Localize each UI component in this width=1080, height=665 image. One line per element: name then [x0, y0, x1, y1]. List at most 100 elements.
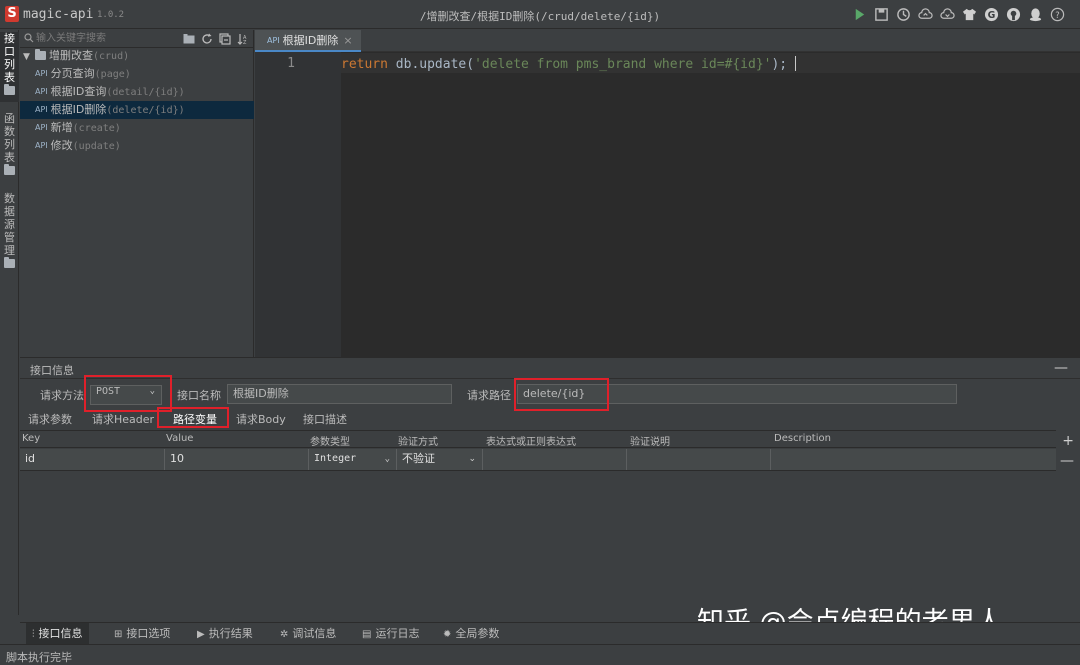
btab-label: 执行结果	[208, 627, 253, 640]
tree-item-path: (detail/{id})	[106, 87, 185, 98]
upload-icon[interactable]	[917, 6, 934, 23]
cell-value[interactable]: 10	[164, 449, 308, 470]
api-badge: API	[35, 123, 48, 132]
chevron-down-icon: ⌄	[468, 454, 476, 464]
skin-icon[interactable]	[961, 6, 978, 23]
path-value: delete/{id}	[523, 387, 586, 400]
cell-validation-select[interactable]: 不验证 ⌄	[396, 449, 482, 470]
group-path: (crud)	[93, 51, 130, 62]
save-icon[interactable]	[873, 6, 890, 23]
download-icon[interactable]	[939, 6, 956, 23]
cell-note[interactable]	[626, 449, 770, 470]
subtab-api-description[interactable]: 接口描述	[303, 411, 347, 427]
btab-api-info[interactable]: ⫶ 接口信息	[26, 623, 89, 645]
settings-icon: ✹	[443, 629, 452, 640]
btab-label: 接口信息	[38, 627, 83, 640]
column-header: 验证说明	[630, 437, 670, 448]
app-name: magic-api	[23, 7, 94, 22]
btab-global-params[interactable]: ✹ 全局参数	[437, 623, 505, 645]
new-folder-icon[interactable]	[182, 31, 196, 46]
code-line[interactable]: return db.update('delete from pms_brand …	[341, 53, 1080, 73]
tree-item-label: 分页查询	[50, 67, 95, 80]
api-info-panel: 接口信息 — 请求方法 POST ⌄ 接口名称 根据ID删除 请求路径 delet…	[20, 357, 1080, 622]
method-label: 请求方法	[40, 389, 84, 402]
svg-text:?: ?	[1055, 10, 1059, 20]
history-icon[interactable]	[895, 6, 912, 23]
divider	[20, 378, 1080, 379]
tree-item-create[interactable]: API 新增(create)	[20, 119, 254, 137]
cell-key[interactable]: id	[20, 449, 164, 470]
tab-function-list-label: 函数列表	[4, 112, 15, 164]
subtab-path-variables[interactable]: 路径变量	[173, 411, 217, 427]
btab-run-log[interactable]: ▤ 运行日志	[356, 623, 425, 645]
line-gutter: 1	[255, 52, 341, 357]
toolbar: G ?	[851, 6, 1066, 23]
bug-icon: ✲	[280, 629, 289, 640]
text-caret	[795, 56, 797, 71]
path-field[interactable]: delete/{id}	[517, 384, 957, 404]
btab-api-options[interactable]: ⊞ 接口选项	[108, 623, 176, 645]
help-icon[interactable]: ?	[1049, 6, 1066, 23]
refresh-icon[interactable]	[200, 31, 214, 46]
qq-icon[interactable]	[1027, 6, 1044, 23]
svg-text:G: G	[988, 10, 996, 21]
subtab-request-params[interactable]: 请求参数	[28, 411, 72, 427]
bottom-tab-bar: ⫶ 接口信息 ⊞ 接口选项 ▶ 执行结果 ✲ 调试信息 ▤ 运行日志 ✹ 全局参数	[20, 622, 1080, 645]
editor-tab-delete[interactable]: API 根据ID删除 ×	[255, 30, 361, 52]
log-icon: ▤	[362, 629, 372, 640]
params-table-header: Key Value 参数类型 验证方式 表达式或正则表达式 验证说明 Descr…	[20, 430, 1056, 448]
code-area[interactable]: return db.update('delete from pms_brand …	[341, 53, 1080, 357]
column-header: Description	[774, 433, 831, 444]
subtab-request-body[interactable]: 请求Body	[236, 411, 286, 427]
search-icon	[24, 33, 34, 43]
vertical-tab-strip: 接口列表 函数列表 数据源管理	[0, 30, 19, 615]
name-field[interactable]: 根据ID删除	[227, 384, 452, 404]
btab-debug-info[interactable]: ✲ 调试信息	[274, 623, 342, 645]
close-icon[interactable]: ×	[343, 34, 352, 47]
svg-text:Z: Z	[243, 40, 247, 45]
column-header: Key	[22, 433, 41, 444]
subtab-request-header[interactable]: 请求Header	[92, 411, 154, 427]
github-icon[interactable]	[1005, 6, 1022, 23]
tree-group-crud[interactable]: ▼ 增删改查(crud)	[20, 47, 254, 65]
cell-type: Integer	[314, 453, 357, 464]
editor-tab-label: 根据ID删除	[282, 34, 339, 47]
tree-item-delete[interactable]: API 根据ID删除(delete/{id})	[20, 101, 254, 119]
editor-tab-bar: API 根据ID删除 ×	[255, 30, 1080, 52]
tab-api-list-label: 接口列表	[4, 32, 15, 84]
tree-item-label: 修改	[50, 139, 73, 152]
name-label: 接口名称	[177, 389, 221, 402]
tab-api-list[interactable]: 接口列表	[0, 32, 19, 102]
tab-function-list[interactable]: 函数列表	[0, 112, 19, 182]
line-number: 1	[287, 56, 295, 71]
folder-icon	[35, 49, 46, 60]
search-input[interactable]	[36, 31, 176, 46]
collapse-all-icon[interactable]	[218, 31, 232, 46]
method-select[interactable]: POST ⌄	[90, 385, 162, 405]
add-row-icon[interactable]: +	[1062, 433, 1074, 449]
table-row[interactable]: id 10 Integer ⌄ 不验证 ⌄	[20, 449, 1056, 471]
tree-item-page[interactable]: API 分页查询(page)	[20, 65, 254, 83]
gitee-icon[interactable]: G	[983, 6, 1000, 23]
tree-item-update[interactable]: API 修改(update)	[20, 137, 254, 155]
btab-exec-result[interactable]: ▶ 执行结果	[191, 623, 259, 645]
sort-icon[interactable]: AZ	[236, 31, 250, 46]
tab-datasource[interactable]: 数据源管理	[0, 192, 19, 276]
tree-item-path: (create)	[72, 123, 121, 134]
cell-type-select[interactable]: Integer ⌄	[308, 449, 396, 470]
remove-row-icon[interactable]: —	[1060, 453, 1074, 469]
breadcrumb: /增删改查/根据ID删除(/crud/delete/{id})	[419, 10, 661, 23]
cell-expression[interactable]	[482, 449, 626, 470]
column-header: 参数类型	[310, 437, 350, 448]
tab-datasource-label: 数据源管理	[4, 192, 15, 257]
title-bar: S magic-api 1.0.2 /增删改查/根据ID删除(/crud/del…	[0, 0, 1080, 29]
cell-description[interactable]	[770, 449, 1056, 470]
minimize-icon[interactable]: —	[1054, 360, 1068, 376]
cell-validation: 不验证	[402, 452, 435, 465]
app-version: 1.0.2	[97, 10, 125, 20]
run-icon[interactable]	[851, 6, 868, 23]
status-bar: 脚本执行完毕	[0, 644, 1080, 665]
chevron-down-icon: ⌄	[384, 454, 390, 464]
tree-item-detail[interactable]: API 根据ID查询(detail/{id})	[20, 83, 254, 101]
magic-api-logo: S	[5, 6, 19, 22]
